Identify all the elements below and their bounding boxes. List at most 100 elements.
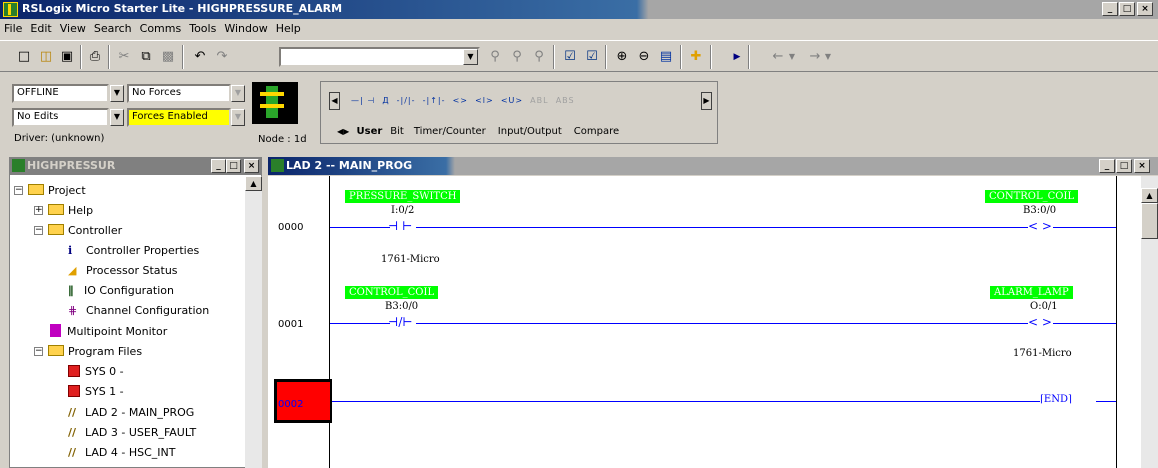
tree-item-sys1[interactable]: SYS 1 - — [68, 384, 124, 400]
find-icon[interactable]: ⚲ — [485, 47, 505, 67]
forward-dropdown-icon[interactable]: ▼ — [818, 47, 838, 67]
forces-enabled-dropdown-icon[interactable]: ▼ — [231, 109, 245, 126]
undo-icon[interactable]: ↶ — [190, 47, 210, 67]
ladder-close-button[interactable]: × — [1134, 159, 1150, 173]
redo-icon[interactable]: ↷ — [212, 47, 232, 67]
rung0-output-tag[interactable]: CONTROL_COIL — [985, 190, 1079, 203]
scroll-up-icon[interactable]: ▲ — [245, 176, 262, 191]
tree-item-lad2[interactable]: // LAD 2 - MAIN_PROG — [68, 405, 194, 421]
menu-search[interactable]: Search — [90, 19, 136, 35]
collapse-icon[interactable]: − — [14, 186, 23, 195]
ladder-maximize-button[interactable]: □ — [1116, 159, 1132, 173]
zoom-in-icon[interactable]: ⊕ — [612, 47, 632, 67]
menu-edit[interactable]: Edit — [26, 19, 55, 35]
cut-icon[interactable]: ✂ — [114, 47, 134, 67]
tree-item-lad4[interactable]: // LAD 4 - HSC_INT — [68, 445, 175, 461]
tab-scroll-icon[interactable]: ◀▶ — [337, 127, 349, 136]
open-folder-icon[interactable]: ◫ — [36, 47, 56, 67]
maximize-button[interactable]: □ — [1119, 2, 1135, 16]
close-button[interactable]: × — [1137, 2, 1153, 16]
tree-item-program-files[interactable]: − Program Files — [34, 344, 142, 360]
play-icon[interactable]: ▶ — [727, 47, 747, 67]
print-icon[interactable]: ⎙ — [85, 47, 105, 67]
menu-help[interactable]: Help — [272, 19, 305, 35]
verify-project-icon[interactable]: ☑ — [582, 47, 602, 67]
mode-dropdown-icon[interactable]: ▼ — [110, 85, 124, 102]
chevron-down-icon[interactable]: ▼ — [463, 49, 478, 65]
verify-file-icon[interactable]: ☑ — [560, 47, 580, 67]
tree-item-help[interactable]: + Help — [34, 203, 93, 219]
palette-right-arrow-icon[interactable]: ▶ — [701, 92, 712, 110]
minimize-button[interactable]: _ — [1102, 2, 1118, 16]
tree-item-channel-configuration[interactable]: ⋕ Channel Configuration — [68, 303, 209, 319]
instr-otu[interactable]: <U> — [501, 96, 523, 105]
tree-item-processor-status[interactable]: ◢ Processor Status — [68, 263, 178, 279]
rung0-output-address[interactable]: B3:0/0 — [1023, 205, 1056, 216]
instr-branch[interactable]: Д — [382, 96, 389, 105]
replace-icon[interactable]: ⚲ — [529, 47, 549, 67]
paste-icon[interactable]: ▩ — [158, 47, 178, 67]
tree-item-io-configuration[interactable]: ∥ IO Configuration — [68, 283, 174, 299]
project-scrollbar[interactable]: ▲ — [245, 176, 262, 468]
tab-bit[interactable]: Bit — [386, 126, 408, 137]
menu-view[interactable]: View — [56, 19, 90, 35]
rung1-xio-contact[interactable]: ⊣/⊢ — [388, 315, 413, 329]
project-minimize-button[interactable]: _ — [211, 159, 226, 173]
ladder-scrollbar[interactable]: ▲ — [1141, 176, 1158, 468]
tab-user[interactable]: User — [353, 126, 387, 137]
rung0-input-tag[interactable]: PRESSURE_SWITCH — [345, 190, 461, 203]
rung-number[interactable]: 0001 — [278, 319, 303, 330]
end-instruction[interactable]: ⌈END⌉ — [1040, 394, 1072, 405]
instr-ons[interactable]: ‑|↑|‑ — [423, 96, 446, 105]
rung1-input-address[interactable]: B3:0/0 — [385, 301, 418, 312]
project-maximize-button[interactable]: □ — [226, 159, 241, 173]
selected-rung-marker[interactable]: 0002 — [274, 379, 332, 423]
add-icon[interactable]: ✚ — [686, 47, 706, 67]
tab-timer-counter[interactable]: Timer/Counter — [408, 126, 492, 137]
scroll-up-icon[interactable]: ▲ — [1141, 188, 1158, 203]
find-next-icon[interactable]: ⚲ — [507, 47, 527, 67]
tree-item-sys0[interactable]: SYS 0 - — [68, 364, 124, 380]
tree-item-lad3[interactable]: // LAD 3 - USER_FAULT — [68, 425, 196, 441]
search-combo[interactable]: ▼ — [279, 47, 480, 67]
project-close-button[interactable]: × — [244, 159, 259, 173]
menu-tools[interactable]: Tools — [185, 19, 220, 35]
rung0-input-address[interactable]: I:0/2 — [391, 205, 414, 216]
tab-input-output[interactable]: Input/Output — [492, 126, 568, 137]
forces-dropdown-icon[interactable]: ▼ — [231, 85, 245, 102]
edits-dropdown-icon[interactable]: ▼ — [110, 109, 124, 126]
rung1-output-address[interactable]: O:0/1 — [1030, 301, 1058, 312]
tree-item-controller-properties[interactable]: i Controller Properties — [68, 243, 199, 259]
menu-file[interactable]: File — [0, 19, 26, 35]
zoom-out-icon[interactable]: ⊖ — [634, 47, 654, 67]
rung-number[interactable]: 0000 — [278, 222, 303, 233]
expand-icon[interactable]: + — [34, 206, 43, 215]
rung1-input-tag[interactable]: CONTROL_COIL — [345, 286, 439, 299]
instr-ote[interactable]: <> — [453, 96, 468, 105]
instr-xic[interactable]: —| ⊣ — [351, 96, 375, 105]
rung0-output-coil[interactable]: < > — [1028, 219, 1052, 233]
tree-item-controller[interactable]: − Controller — [34, 223, 122, 239]
palette-left-arrow-icon[interactable]: ◀ — [329, 92, 340, 110]
new-file-icon[interactable]: □ — [14, 47, 34, 67]
ladder-minimize-button[interactable]: _ — [1099, 159, 1115, 173]
menu-window[interactable]: Window — [220, 19, 271, 35]
tab-compare[interactable]: Compare — [568, 126, 625, 137]
tree-item-multipoint-monitor[interactable]: Multipoint Monitor — [50, 324, 167, 340]
window-icon[interactable]: ▤ — [656, 47, 676, 67]
copy-icon[interactable]: ⧉ — [136, 47, 156, 67]
instr-otl[interactable]: <l> — [475, 96, 494, 105]
collapse-icon[interactable]: − — [34, 347, 43, 356]
tree-item-project[interactable]: − Project — [14, 183, 86, 199]
instr-xio[interactable]: ‑|/|‑ — [397, 96, 416, 105]
collapse-icon[interactable]: − — [34, 226, 43, 235]
instr-abs[interactable]: ABS — [556, 96, 575, 105]
save-icon[interactable]: ▣ — [57, 47, 77, 67]
back-dropdown-icon[interactable]: ▼ — [782, 47, 802, 67]
rung1-output-tag[interactable]: ALARM_LAMP — [990, 286, 1073, 299]
scroll-thumb[interactable] — [1141, 203, 1158, 239]
instr-abl[interactable]: ABL — [530, 96, 548, 105]
ladder-editor[interactable]: 0000 PRESSURE_SWITCH I:0/2 ⊣ ⊢ 1761-Micr… — [268, 176, 1141, 468]
rung0-xic-contact[interactable]: ⊣ ⊢ — [388, 219, 412, 233]
menu-comms[interactable]: Comms — [136, 19, 186, 35]
